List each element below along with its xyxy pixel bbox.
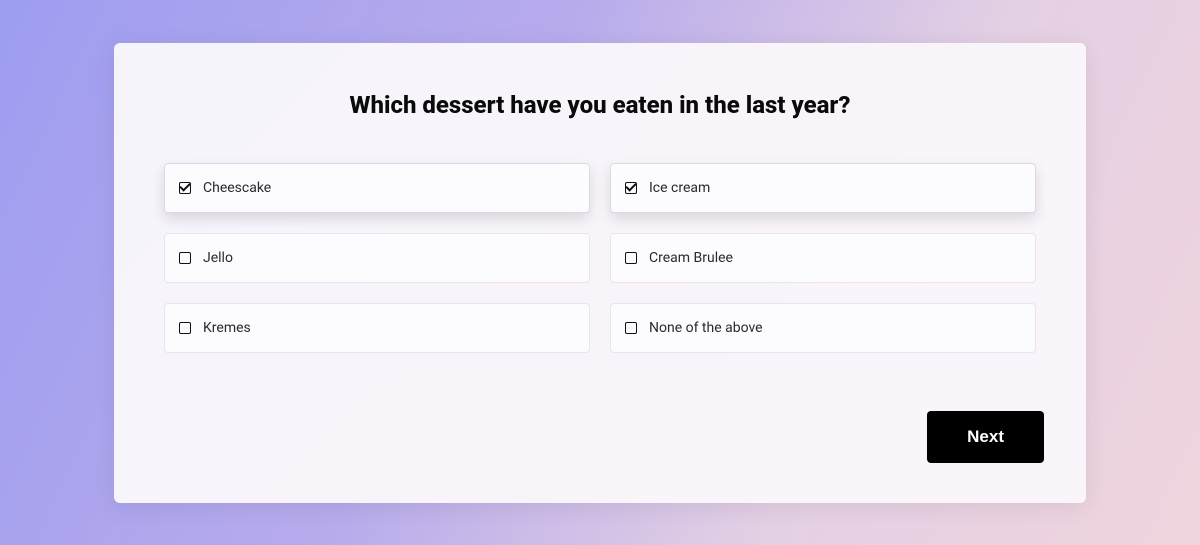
survey-card: Which dessert have you eaten in the last… — [114, 43, 1086, 503]
checkbox-icon — [179, 252, 191, 264]
checkbox-icon — [625, 322, 637, 334]
option-cheescake[interactable]: Cheescake — [164, 163, 590, 213]
options-grid: Cheescake Ice cream Jello Cream Brulee K… — [164, 163, 1036, 353]
option-label: Cream Brulee — [649, 250, 733, 266]
option-kremes[interactable]: Kremes — [164, 303, 590, 353]
question-title: Which dessert have you eaten in the last… — [164, 91, 1036, 119]
option-jello[interactable]: Jello — [164, 233, 590, 283]
option-label: Cheescake — [203, 180, 271, 196]
option-label: Kremes — [203, 320, 251, 336]
option-label: Ice cream — [649, 180, 710, 196]
next-button[interactable]: Next — [927, 411, 1044, 463]
option-label: None of the above — [649, 320, 763, 336]
option-cream-brulee[interactable]: Cream Brulee — [610, 233, 1036, 283]
option-label: Jello — [203, 250, 233, 266]
option-ice-cream[interactable]: Ice cream — [610, 163, 1036, 213]
checkbox-icon — [625, 252, 637, 264]
option-none-of-the-above[interactable]: None of the above — [610, 303, 1036, 353]
checkbox-icon — [179, 182, 191, 194]
checkbox-icon — [625, 182, 637, 194]
checkbox-icon — [179, 322, 191, 334]
